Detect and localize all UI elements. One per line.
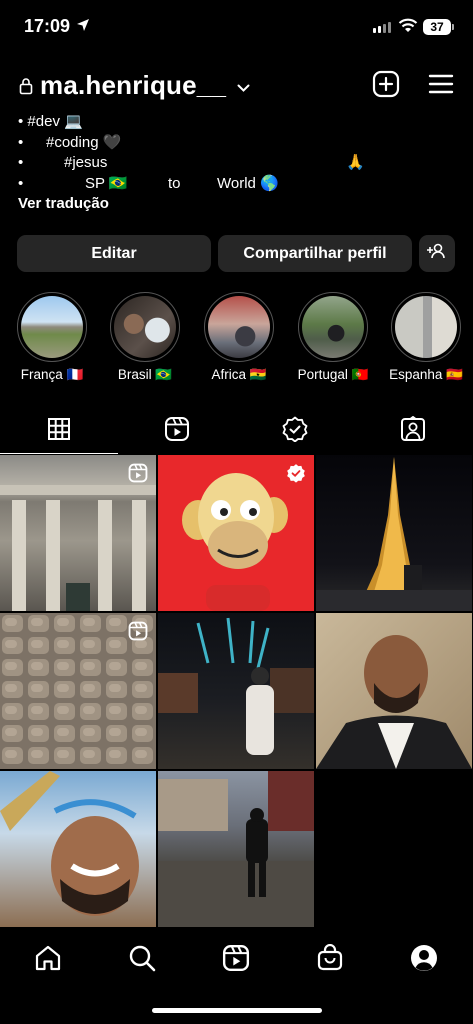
grid-icon	[47, 417, 71, 446]
see-translation-link[interactable]: Ver tradução	[18, 194, 458, 215]
bio-line: • #jesus 🙏	[18, 153, 458, 174]
nav-profile[interactable]	[404, 940, 444, 980]
shop-icon	[316, 943, 344, 977]
post-thumbnail[interactable]	[0, 613, 156, 769]
bio-bullet: •	[18, 174, 24, 192]
profile-tabs	[0, 408, 473, 454]
reel-badge-icon	[128, 463, 148, 488]
highlight-ring	[17, 292, 87, 362]
battery-tip	[452, 24, 454, 30]
see-translation-label: Ver tradução	[18, 195, 109, 212]
tab-reels[interactable]	[118, 408, 236, 454]
highlight-label: Brasil 🇧🇷	[117, 367, 173, 382]
post-image	[0, 771, 139, 916]
bio-text: • #dev 💻	[18, 113, 83, 130]
collab-badge-icon	[286, 463, 306, 488]
story-highlights: França 🇫🇷 Brasil 🇧🇷 Africa 🇬🇭 Portugal 🇵…	[0, 292, 473, 392]
highlight-cover-image	[21, 296, 83, 358]
post-thumbnail[interactable]	[158, 455, 314, 611]
edit-profile-button[interactable]: Editar	[17, 235, 211, 272]
highlight-label: França 🇫🇷	[20, 367, 84, 382]
plus-square-icon	[372, 70, 400, 103]
battery-icon: 37	[423, 19, 451, 35]
post-image	[316, 457, 472, 611]
menu-button[interactable]	[426, 71, 456, 101]
highlight-cover-image	[208, 296, 270, 358]
reel-badge-icon	[128, 621, 148, 646]
highlight-label: Portugal 🇵🇹	[297, 367, 369, 382]
post-thumbnail[interactable]	[0, 455, 156, 611]
nav-home[interactable]	[28, 940, 68, 980]
post-image	[158, 771, 314, 927]
highlight-ring	[110, 292, 180, 362]
search-icon	[128, 944, 156, 977]
home-icon	[34, 944, 62, 977]
location-arrow-icon	[76, 18, 90, 37]
wifi-icon	[398, 18, 418, 38]
highlight-africa[interactable]: Africa 🇬🇭	[194, 292, 284, 383]
home-indicator	[152, 1008, 322, 1013]
highlight-cover-image	[395, 296, 457, 358]
highlight-ring	[298, 292, 368, 362]
nav-search[interactable]	[122, 940, 162, 980]
highlight-ring	[204, 292, 274, 362]
profile-icon	[409, 943, 439, 978]
profile-header: ma.henrique__	[0, 66, 473, 106]
discover-people-button[interactable]	[419, 235, 455, 272]
tab-tagged[interactable]	[354, 408, 472, 454]
highlight-label: Espanha 🇪🇸	[389, 367, 463, 382]
nav-reels[interactable]	[216, 940, 256, 980]
tab-posts[interactable]	[0, 408, 118, 454]
post-thumbnail[interactable]	[158, 613, 314, 769]
highlight-portugal[interactable]: Portugal 🇵🇹	[288, 292, 378, 383]
add-person-icon	[427, 242, 447, 265]
reels-icon	[164, 416, 190, 447]
bio-line: • SP 🇧🇷 to World 🌎	[18, 174, 458, 195]
bio-bullet: •	[18, 154, 24, 171]
post-thumbnail[interactable]	[158, 771, 314, 927]
highlight-espanha[interactable]: Espanha 🇪🇸	[381, 292, 471, 383]
share-profile-button[interactable]: Compartilhar perfil	[218, 235, 412, 272]
post-image	[316, 635, 472, 769]
bio-text: World 🌎	[217, 174, 279, 192]
highlight-franca[interactable]: França 🇫🇷	[7, 292, 97, 383]
post-thumbnail[interactable]	[316, 455, 472, 611]
post-thumbnail[interactable]	[0, 771, 156, 927]
hashtag-coding[interactable]: #coding 🖤	[46, 133, 121, 154]
highlight-ring	[391, 292, 461, 362]
highlight-label: Africa 🇬🇭	[211, 367, 267, 382]
hashtag-jesus[interactable]: #jesus	[64, 153, 107, 174]
highlight-brasil[interactable]: Brasil 🇧🇷	[100, 292, 190, 383]
chevron-down-icon[interactable]	[237, 80, 250, 98]
nav-shop[interactable]	[310, 940, 350, 980]
new-post-button[interactable]	[371, 70, 401, 103]
cellular-signal-icon	[373, 22, 391, 33]
highlight-cover-image	[114, 296, 176, 358]
lock-icon	[19, 77, 33, 100]
tagged-person-icon	[400, 415, 426, 447]
bio-emoji: 🙏	[346, 154, 365, 171]
post-image	[158, 617, 314, 755]
profile-actions: Editar Compartilhar perfil	[17, 235, 455, 272]
post-thumbnail[interactable]	[316, 613, 472, 769]
bio-bullet: •	[18, 133, 24, 151]
status-time: 17:09	[24, 16, 71, 36]
tagged-check-icon	[282, 416, 308, 447]
username[interactable]: ma.henrique__	[40, 70, 226, 101]
hamburger-icon	[428, 73, 454, 100]
active-tab-indicator	[0, 452, 118, 454]
bio-line: • #coding 🖤	[18, 133, 458, 154]
highlight-cover-image	[302, 296, 364, 358]
bio: • #dev 💻 • #coding 🖤 • #jesus 🙏 • SP 🇧🇷 …	[18, 112, 458, 215]
bio-line: • #dev 💻	[18, 112, 458, 133]
bio-text: to	[168, 174, 181, 192]
reels-icon	[222, 944, 250, 977]
bio-text: SP 🇧🇷	[85, 174, 128, 192]
status-bar: 17:09 37	[0, 0, 473, 56]
tab-collabs[interactable]	[236, 408, 354, 454]
